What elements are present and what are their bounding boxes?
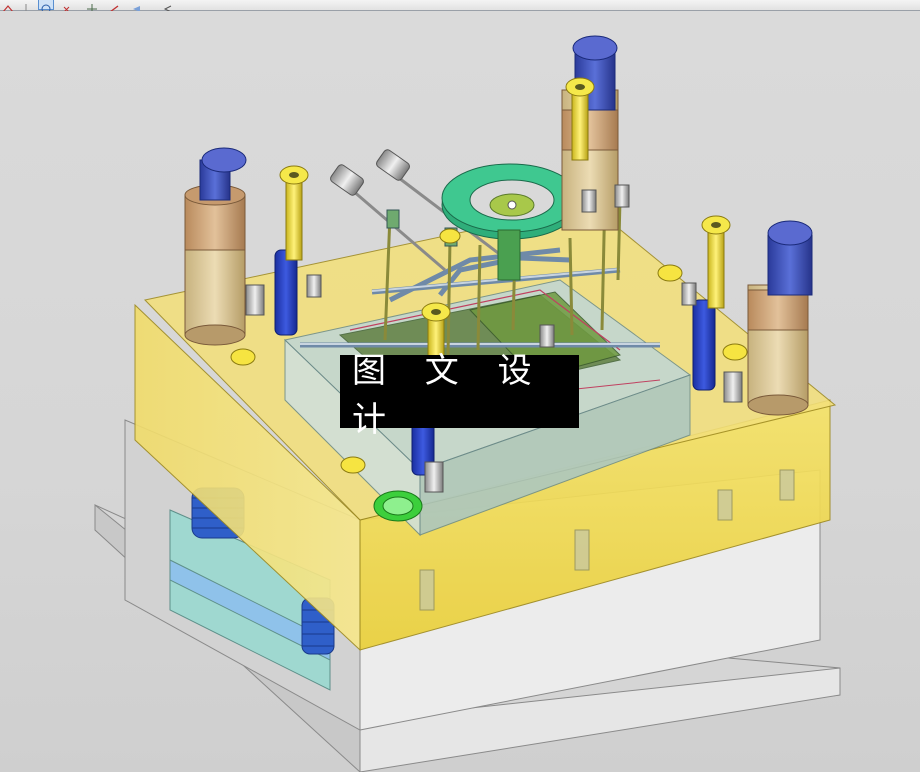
back-arrow-icon[interactable] — [128, 0, 144, 12]
socket-screw-3 — [701, 215, 731, 309]
cut-icon[interactable] — [0, 0, 16, 13]
undo-icon[interactable] — [60, 0, 76, 13]
socket-screw-1 — [279, 165, 309, 261]
dropdown-arrow-icon[interactable] — [160, 0, 176, 13]
cad-toolbar — [0, 0, 920, 14]
sprue-bushing — [373, 490, 423, 522]
zoom-icon[interactable] — [106, 0, 122, 13]
leader-pin-back-left — [184, 147, 247, 346]
support-pillar-right — [692, 299, 716, 391]
rotate-view-icon[interactable] — [38, 0, 54, 14]
separator-icon — [18, 0, 34, 14]
leader-pin-front-right — [747, 220, 813, 416]
model-viewport[interactable]: 图 文 设 计 — [0, 11, 920, 772]
watermark-label: 图 文 设 计 — [340, 351, 579, 440]
pan-icon[interactable] — [84, 0, 100, 14]
support-pillar-left — [274, 249, 298, 336]
